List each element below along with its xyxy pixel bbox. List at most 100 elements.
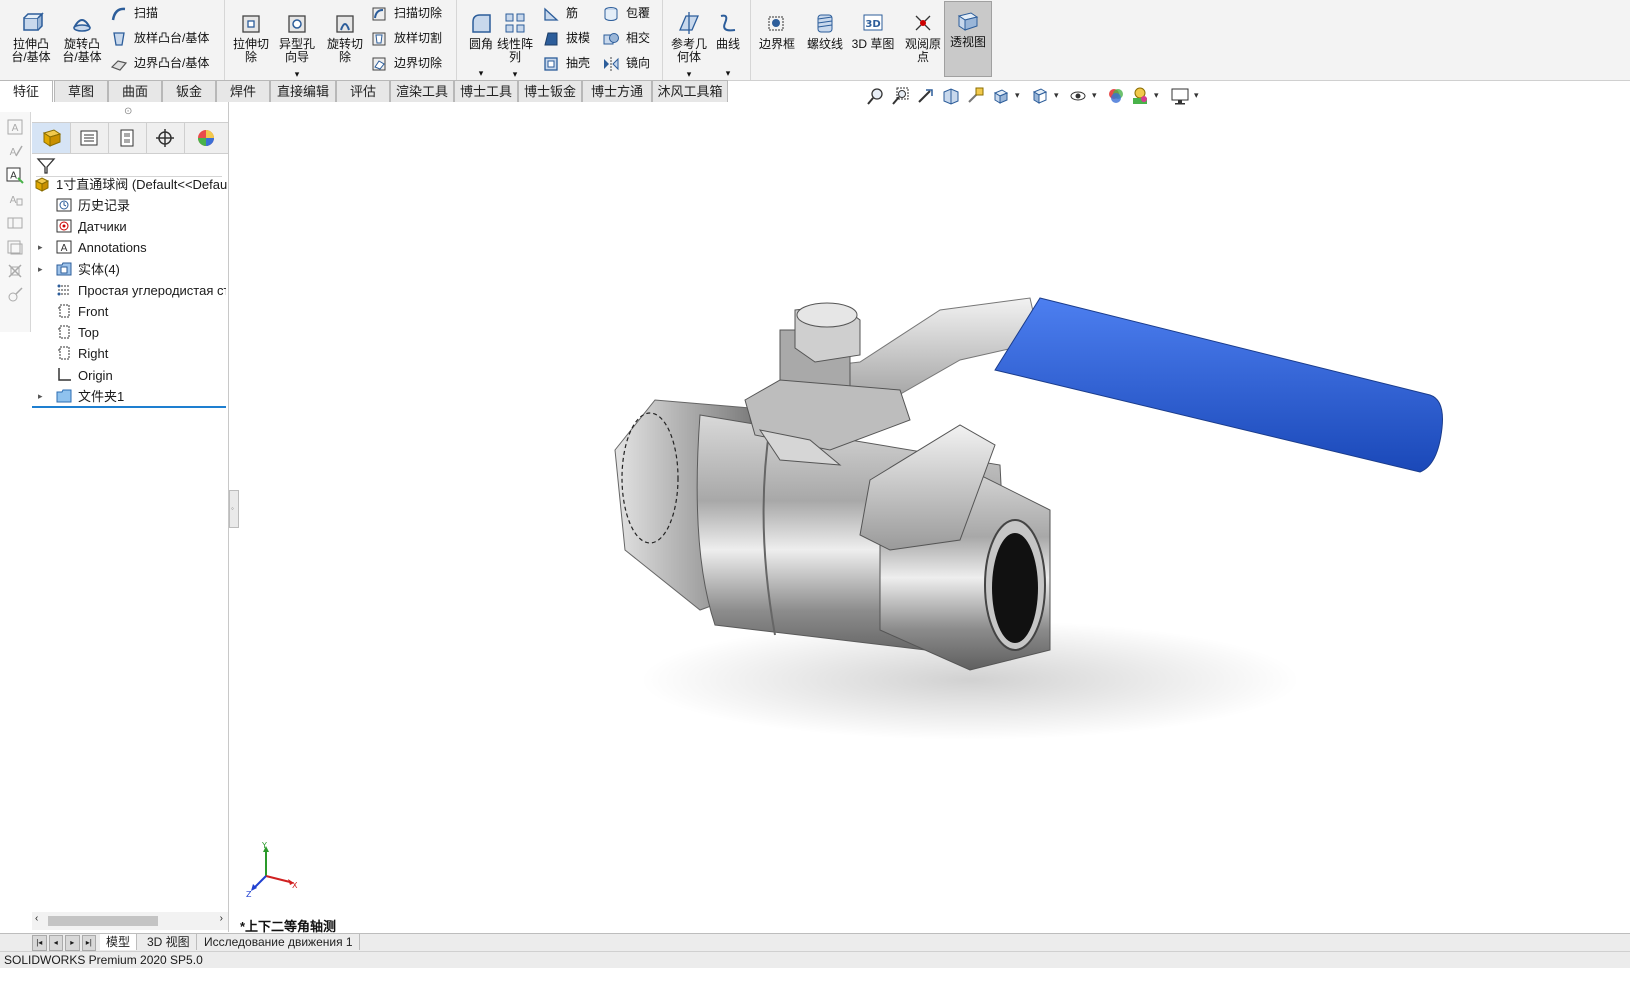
last-tab-icon[interactable]: ▸| bbox=[81, 935, 96, 951]
tab-model[interactable]: 模型 bbox=[100, 934, 138, 950]
zoom-to-fit-icon[interactable] bbox=[866, 86, 886, 106]
surface-finish-icon[interactable] bbox=[6, 238, 24, 256]
loft-boss-button[interactable]: 放样凸台/基体 bbox=[110, 27, 209, 49]
tree-item[interactable]: Top bbox=[56, 322, 226, 343]
tree-expander-icon[interactable]: ▸ bbox=[38, 391, 43, 402]
smart-dimension-icon[interactable]: A bbox=[6, 118, 24, 136]
hide-show-dropdown-icon[interactable]: ▾ bbox=[1092, 90, 1097, 101]
tab-3d-views[interactable]: 3D 视图 bbox=[141, 934, 197, 950]
tab-features[interactable]: 特征 bbox=[0, 80, 53, 102]
tab-feature-manager[interactable] bbox=[32, 123, 71, 153]
scroll-left-icon[interactable]: ‹ bbox=[35, 913, 38, 924]
auto-annotation-icon[interactable]: A bbox=[6, 166, 24, 184]
tab-boshi-tools[interactable]: 博士工具 bbox=[454, 80, 518, 102]
tree-item[interactable]: Origin bbox=[56, 365, 226, 386]
tree-item[interactable]: Датчики bbox=[56, 216, 226, 237]
tree-item[interactable]: Right bbox=[56, 343, 226, 364]
boundary-boss-button[interactable]: 边界凸台/基体 bbox=[110, 52, 209, 74]
perspective-button[interactable]: 透视图 bbox=[944, 1, 992, 77]
view-orientation-icon[interactable] bbox=[991, 86, 1011, 106]
section-view-icon[interactable] bbox=[941, 86, 961, 106]
tree-item[interactable]: 文件夹1 bbox=[56, 386, 226, 407]
tab-display-manager[interactable] bbox=[184, 123, 228, 153]
extrude-boss-button[interactable]: 拉伸凸 台/基体 bbox=[6, 4, 56, 64]
tab-evaluate[interactable]: 评估 bbox=[336, 80, 390, 102]
tree-expander-icon[interactable]: ▸ bbox=[38, 264, 43, 275]
tree-item[interactable]: Front bbox=[56, 301, 226, 322]
panel-splitter[interactable]: ◦ bbox=[229, 490, 239, 528]
panel-grip-icon[interactable]: ⊙ bbox=[124, 106, 132, 117]
panel-horizontal-scrollbar[interactable]: ‹ › bbox=[32, 912, 228, 930]
revolve-boss-button[interactable]: 旋转凸 台/基体 bbox=[57, 4, 107, 64]
weld-symbol-icon[interactable] bbox=[6, 262, 24, 280]
hole-wizard-button[interactable]: 异型孔 向导 ▾ bbox=[272, 4, 322, 81]
revolve-cut-button[interactable]: 旋转切 除 bbox=[320, 4, 370, 64]
helix-button[interactable]: 螺纹线 bbox=[800, 4, 850, 51]
intersect-label: 相交 bbox=[626, 31, 651, 45]
hole-callout-icon[interactable] bbox=[6, 286, 24, 304]
tab-sheet-metal[interactable]: 钣金 bbox=[162, 80, 216, 102]
extrude-cut-button[interactable]: 拉伸切 除 bbox=[226, 4, 276, 64]
tab-direct-editing[interactable]: 直接编辑 bbox=[270, 80, 336, 102]
tree-item[interactable]: A Annotations bbox=[56, 237, 226, 258]
tab-mufeng-toolbox[interactable]: 沐风工具箱 bbox=[652, 80, 728, 102]
rib-button[interactable]: 筋 bbox=[542, 2, 578, 24]
curves-button[interactable]: 曲线 ▾ bbox=[706, 4, 750, 80]
sweep-button[interactable]: 扫描 bbox=[110, 2, 158, 24]
previous-view-icon[interactable] bbox=[916, 86, 936, 106]
next-tab-icon[interactable]: ▸ bbox=[65, 935, 80, 951]
display-style-dropdown-icon[interactable]: ▾ bbox=[1054, 90, 1059, 101]
apply-scene-dropdown-icon[interactable]: ▾ bbox=[1154, 90, 1159, 101]
tab-weldments[interactable]: 焊件 bbox=[216, 80, 270, 102]
shell-button[interactable]: 抽壳 bbox=[542, 52, 590, 74]
tab-boshi-tube[interactable]: 博士方通 bbox=[582, 80, 652, 102]
view-origin-button[interactable]: 观阅原 点 bbox=[898, 4, 948, 64]
view-settings-dropdown-icon[interactable]: ▾ bbox=[1194, 90, 1199, 101]
mirror-button[interactable]: 镜向 bbox=[602, 52, 650, 74]
tab-configuration-manager[interactable] bbox=[108, 123, 147, 153]
tree-root-label: 1寸直通球阀 (Default<<Default bbox=[56, 177, 228, 192]
rollback-bar[interactable] bbox=[32, 406, 226, 408]
view-orientation-dropdown-icon[interactable]: ▾ bbox=[1015, 90, 1020, 101]
sketch-3d-button[interactable]: 3D 3D 草图 bbox=[848, 4, 898, 51]
reference-triad[interactable]: Y X Z bbox=[246, 841, 306, 899]
curves-dropdown-icon[interactable]: ▾ bbox=[706, 67, 750, 80]
hide-show-items-icon[interactable] bbox=[1068, 86, 1088, 106]
filter-icon[interactable] bbox=[36, 156, 56, 176]
scroll-right-icon[interactable]: › bbox=[220, 913, 223, 924]
note-icon[interactable]: A bbox=[6, 142, 24, 160]
boundary-cut-button[interactable]: 边界切除 bbox=[370, 52, 442, 74]
tab-sketch[interactable]: 草图 bbox=[54, 80, 108, 102]
lofted-cut-button[interactable]: 放样切割 bbox=[370, 27, 442, 49]
datum-feature-icon[interactable]: A bbox=[6, 190, 24, 208]
display-style-icon[interactable] bbox=[1030, 86, 1050, 106]
swept-cut-button[interactable]: 扫描切除 bbox=[370, 2, 442, 24]
draft-button[interactable]: 拔模 bbox=[542, 27, 590, 49]
prev-tab-icon[interactable]: ◂ bbox=[48, 935, 63, 951]
scroll-thumb[interactable] bbox=[48, 916, 158, 926]
tab-property-manager[interactable] bbox=[70, 123, 109, 153]
zoom-to-area-icon[interactable] bbox=[891, 86, 911, 106]
apply-scene-icon[interactable] bbox=[1130, 86, 1150, 106]
tree-item[interactable]: 历史记录 bbox=[56, 195, 226, 216]
first-tab-icon[interactable]: |◂ bbox=[32, 935, 47, 951]
ball-valve-model[interactable] bbox=[540, 250, 1480, 810]
tree-expander-icon[interactable]: ▸ bbox=[38, 242, 43, 253]
tab-dimxpert-manager[interactable] bbox=[146, 123, 185, 153]
tree-item-label: Annotations bbox=[78, 240, 147, 256]
dynamic-annotation-view-icon[interactable] bbox=[966, 86, 986, 106]
tab-motion-study[interactable]: Исследование движения 1 bbox=[198, 934, 360, 950]
wrap-button[interactable]: 包覆 bbox=[602, 2, 650, 24]
geometric-tolerance-icon[interactable] bbox=[6, 214, 24, 232]
edit-appearance-icon[interactable] bbox=[1106, 86, 1126, 106]
tree-root-part[interactable]: 1寸直通球阀 (Default<<Default bbox=[34, 174, 228, 195]
view-settings-icon[interactable] bbox=[1170, 86, 1190, 106]
tab-surfaces[interactable]: 曲面 bbox=[108, 80, 162, 102]
intersect-button[interactable]: 相交 bbox=[602, 27, 650, 49]
linear-pattern-button[interactable]: 线性阵 列 ▾ bbox=[492, 4, 538, 81]
bounding-box-button[interactable]: 边界框 bbox=[752, 4, 802, 51]
tab-render-tools[interactable]: 渲染工具 bbox=[390, 80, 454, 102]
tree-item[interactable]: 实体(4) bbox=[56, 259, 226, 280]
tab-boshi-sheet-metal[interactable]: 博士钣金 bbox=[518, 80, 582, 102]
tree-item[interactable]: Простая углеродистая ста bbox=[56, 280, 226, 301]
